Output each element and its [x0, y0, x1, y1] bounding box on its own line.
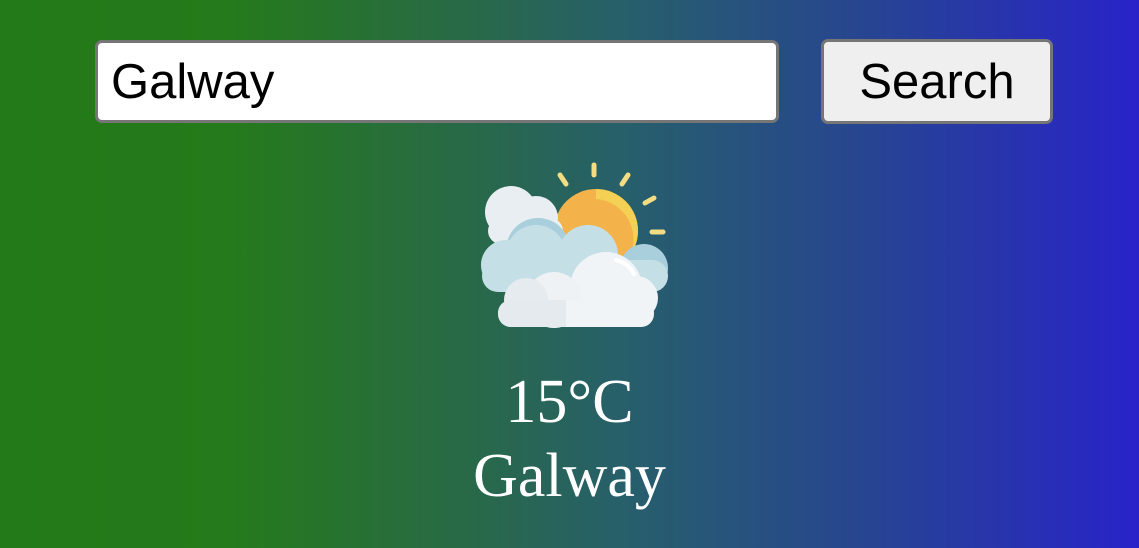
search-button[interactable]: Search [821, 39, 1053, 124]
search-input[interactable] [95, 40, 779, 123]
city-name: Galway [473, 442, 666, 510]
temperature-value: 15°C [505, 368, 634, 436]
partly-cloudy-icon [476, 160, 672, 332]
